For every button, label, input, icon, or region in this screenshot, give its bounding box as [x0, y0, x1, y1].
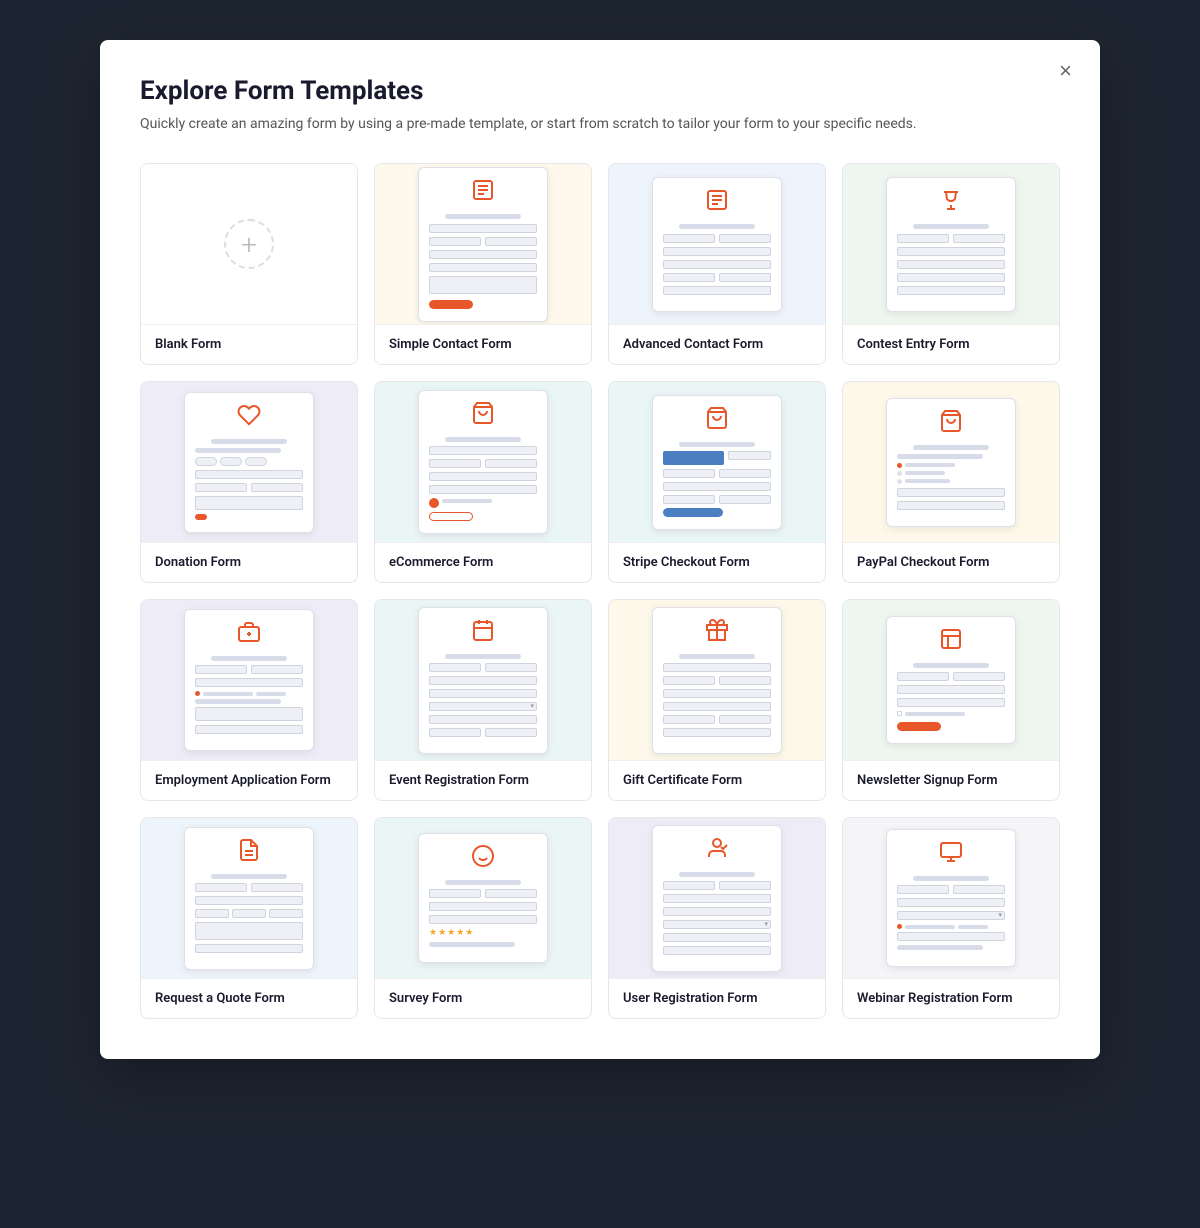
template-label-survey: Survey Form [375, 978, 591, 1018]
template-label-simple-contact: Simple Contact Form [375, 324, 591, 364]
form-type-icon [429, 178, 537, 208]
template-label-contest-entry: Contest Entry Form [843, 324, 1059, 364]
template-label-event-registration: Event Registration Form [375, 760, 591, 800]
form-type-icon [897, 840, 1005, 870]
form-preview [886, 398, 1016, 527]
template-card-simple-contact[interactable]: Simple Contact Form [374, 163, 592, 365]
templates-grid: + Blank Form Simple Contact Form [140, 163, 1060, 1019]
form-preview [652, 177, 782, 312]
close-button[interactable]: × [1051, 56, 1080, 86]
template-label-paypal-checkout: PayPal Checkout Form [843, 542, 1059, 582]
template-card-advanced-contact[interactable]: Advanced Contact Form [608, 163, 826, 365]
form-type-icon [663, 188, 771, 218]
template-card-webinar[interactable]: Webinar Registration Form [842, 817, 1060, 1019]
form-type-icon [195, 403, 303, 433]
form-preview: ★★★★★ [418, 833, 548, 963]
template-card-survey[interactable]: ★★★★★ Survey Form [374, 817, 592, 1019]
form-preview [652, 825, 782, 972]
template-preview-contest-entry [843, 164, 1059, 324]
template-card-contest-entry[interactable]: Contest Entry Form [842, 163, 1060, 365]
template-label-blank: Blank Form [141, 324, 357, 364]
form-type-icon [429, 401, 537, 431]
template-preview-newsletter [843, 600, 1059, 760]
template-card-newsletter[interactable]: Newsletter Signup Form [842, 599, 1060, 801]
template-label-employment: Employment Application Form [141, 760, 357, 800]
template-preview-paypal-checkout [843, 382, 1059, 542]
modal-subtitle: Quickly create an amazing form by using … [140, 114, 1060, 135]
template-label-newsletter: Newsletter Signup Form [843, 760, 1059, 800]
form-type-icon [663, 836, 771, 866]
modal-title: Explore Form Templates [140, 76, 1060, 106]
template-label-stripe-checkout: Stripe Checkout Form [609, 542, 825, 582]
template-label-advanced-contact: Advanced Contact Form [609, 324, 825, 364]
template-label-ecommerce: eCommerce Form [375, 542, 591, 582]
template-preview-advanced-contact [609, 164, 825, 324]
template-preview-donation [141, 382, 357, 542]
template-card-stripe-checkout[interactable]: Stripe Checkout Form [608, 381, 826, 583]
form-preview [886, 177, 1016, 312]
form-preview [418, 390, 548, 534]
form-type-icon [897, 188, 1005, 218]
template-card-gift-certificate[interactable]: Gift Certificate Form [608, 599, 826, 801]
form-preview [652, 395, 782, 530]
template-card-quote[interactable]: Request a Quote Form [140, 817, 358, 1019]
form-type-icon [663, 406, 771, 436]
form-type-icon [897, 409, 1005, 439]
template-preview-simple-contact [375, 164, 591, 324]
template-preview-webinar [843, 818, 1059, 978]
template-preview-survey: ★★★★★ [375, 818, 591, 978]
template-preview-gift-certificate [609, 600, 825, 760]
form-preview [184, 392, 314, 533]
template-card-employment[interactable]: Employment Application Form [140, 599, 358, 801]
template-label-quote: Request a Quote Form [141, 978, 357, 1018]
template-card-donation[interactable]: Donation Form [140, 381, 358, 583]
form-type-icon [195, 838, 303, 868]
form-preview [418, 167, 548, 322]
form-preview [184, 609, 314, 751]
form-type-icon [897, 627, 1005, 657]
template-card-event-registration[interactable]: Event Registration Form [374, 599, 592, 801]
template-label-gift-certificate: Gift Certificate Form [609, 760, 825, 800]
template-preview-quote [141, 818, 357, 978]
template-label-user-registration: User Registration Form [609, 978, 825, 1018]
modal-overlay[interactable]: × Explore Form Templates Quickly create … [0, 0, 1200, 1228]
template-card-blank[interactable]: + Blank Form [140, 163, 358, 365]
template-card-paypal-checkout[interactable]: PayPal Checkout Form [842, 381, 1060, 583]
form-type-icon [429, 844, 537, 874]
template-label-webinar: Webinar Registration Form [843, 978, 1059, 1018]
template-label-donation: Donation Form [141, 542, 357, 582]
form-type-icon [195, 620, 303, 650]
template-preview-event-registration [375, 600, 591, 760]
form-type-icon [663, 618, 771, 648]
template-card-ecommerce[interactable]: eCommerce Form [374, 381, 592, 583]
template-preview-blank: + [141, 164, 357, 324]
template-preview-stripe-checkout [609, 382, 825, 542]
template-preview-ecommerce [375, 382, 591, 542]
template-preview-employment [141, 600, 357, 760]
template-preview-user-registration [609, 818, 825, 978]
form-preview [886, 616, 1016, 744]
form-preview [184, 827, 314, 970]
blank-plus-icon: + [224, 219, 274, 269]
form-type-icon [429, 618, 537, 648]
form-preview [652, 607, 782, 754]
template-card-user-registration[interactable]: User Registration Form [608, 817, 826, 1019]
form-preview [886, 829, 1016, 967]
modal-dialog: × Explore Form Templates Quickly create … [100, 40, 1100, 1059]
form-preview [418, 607, 548, 754]
